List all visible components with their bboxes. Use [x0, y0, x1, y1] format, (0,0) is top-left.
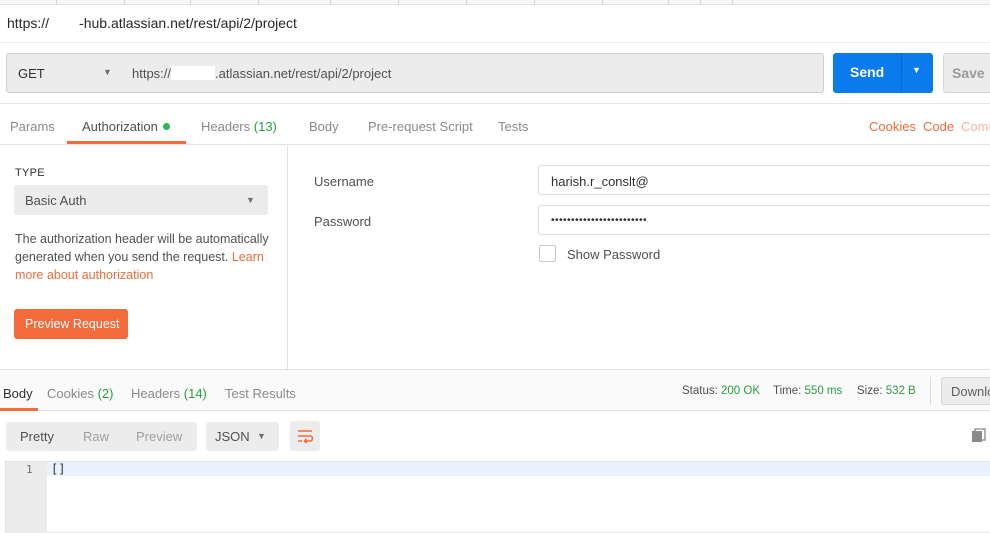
tab-label: Body: [309, 119, 339, 134]
send-button[interactable]: Send ▼: [833, 53, 933, 93]
chevron-down-icon: ▼: [103, 67, 112, 77]
type-label: TYPE: [15, 167, 45, 179]
wrap-lines-icon: [298, 430, 314, 444]
format-select[interactable]: JSON ▼: [206, 422, 279, 451]
response-tab-body[interactable]: Body: [3, 386, 33, 401]
password-value: ••••••••••••••••••••••••: [551, 215, 648, 226]
status-value: 200 OK: [721, 385, 761, 397]
response-tab-headers[interactable]: Headers (14): [131, 386, 207, 401]
title-prefix: https://: [7, 15, 50, 31]
username-label: Username: [314, 174, 374, 189]
tab-params[interactable]: Params: [10, 119, 55, 134]
response-tab-test-results[interactable]: Test Results: [225, 386, 296, 401]
format-value: JSON: [215, 429, 250, 444]
method-select[interactable]: GET ▼: [6, 53, 122, 93]
url-suffix: .atlassian.net/rest/api/2/project: [215, 66, 392, 81]
comments-link[interactable]: Comm: [961, 119, 990, 134]
response-tab-cookies[interactable]: Cookies (2): [47, 386, 113, 401]
active-tab-indicator: [0, 408, 38, 411]
url-bar: GET ▼ https:// .atlassian.net/rest/api/2/…: [0, 44, 990, 104]
url-value: https:// .atlassian.net/rest/api/2/projec…: [132, 66, 391, 81]
pretty-button[interactable]: Pretty: [20, 429, 54, 444]
download-label: Downlo: [951, 384, 990, 399]
tab-label: Cookies: [47, 386, 94, 401]
response-tabs-bar: Body Cookies (2) Headers (14) Test Resul…: [0, 369, 990, 411]
password-label: Password: [314, 214, 372, 229]
tab-body[interactable]: Body: [309, 119, 339, 134]
size-value: 532 B: [885, 385, 916, 397]
auth-credentials-panel: Username harish.r_conslt@ Password •••••…: [289, 146, 990, 369]
preview-request-button[interactable]: Preview Request: [14, 309, 128, 339]
tab-label: Authorization: [82, 119, 158, 134]
tab-tests[interactable]: Tests: [498, 119, 528, 134]
help-text: The authorization header will be automat…: [15, 232, 269, 264]
line-gutter: 1: [6, 462, 47, 533]
tab-prerequest-script[interactable]: Pre-request Script: [368, 119, 473, 134]
tab-label: Params: [10, 119, 55, 134]
wrap-lines-button[interactable]: [290, 421, 320, 451]
request-title: https:// -hub.atlassian.net/rest/api/2/pr…: [7, 15, 297, 31]
preview-button[interactable]: Preview: [136, 429, 182, 444]
time-value: 550 ms: [804, 385, 843, 397]
time-label: Time:: [773, 385, 802, 397]
password-field[interactable]: ••••••••••••••••••••••••: [538, 205, 990, 235]
tab-count: (13): [253, 119, 277, 134]
save-label: Save: [952, 65, 985, 81]
username-field[interactable]: harish.r_conslt@: [538, 165, 990, 195]
size-label: Size:: [857, 385, 883, 397]
show-password-label[interactable]: Show Password: [567, 247, 660, 262]
send-divider: [901, 53, 902, 93]
code-link[interactable]: Code: [923, 119, 954, 134]
response-body-editor[interactable]: 1 []: [5, 461, 990, 533]
size-indicator: Size: 532 B: [857, 385, 916, 397]
tab-label: Headers: [131, 386, 181, 401]
download-button[interactable]: Downlo: [941, 377, 990, 405]
status-indicator: Status: 200 OK: [682, 385, 760, 397]
active-tab-indicator: [67, 141, 186, 144]
save-button[interactable]: Save: [943, 53, 990, 93]
auth-type-panel: TYPE Basic Auth ▼ The authorization head…: [0, 146, 288, 369]
tab-label: Headers: [201, 119, 251, 134]
cookies-link[interactable]: Cookies: [869, 119, 916, 134]
method-value: GET: [18, 66, 45, 81]
preview-label: Preview Request: [25, 317, 120, 331]
auth-help-text: The authorization header will be automat…: [15, 230, 277, 284]
raw-button[interactable]: Raw: [83, 429, 109, 444]
chevron-down-icon: ▼: [257, 431, 266, 441]
copy-icon-svg: [972, 428, 986, 442]
show-password-checkbox[interactable]: [539, 245, 556, 262]
tab-count: (14): [183, 386, 207, 401]
title-suffix: -hub.atlassian.net/rest/api/2/project: [79, 15, 297, 31]
time-indicator: Time: 550 ms: [773, 385, 842, 397]
request-tabs: Params Authorization Headers (13) Body P…: [0, 104, 990, 145]
tab-label: Tests: [498, 119, 529, 134]
response-content: []: [51, 462, 66, 476]
view-mode-group: Pretty Raw Preview: [6, 422, 197, 451]
url-input[interactable]: https:// .atlassian.net/rest/api/2/projec…: [121, 53, 824, 93]
line-number: 1: [26, 463, 33, 476]
active-line-highlight: [47, 462, 990, 476]
tab-headers[interactable]: Headers (13): [201, 119, 277, 134]
tab-authorization[interactable]: Authorization: [82, 119, 170, 134]
auth-type-select[interactable]: Basic Auth ▼: [14, 185, 268, 215]
redacted-area: [171, 66, 216, 80]
chevron-down-icon[interactable]: ▼: [912, 65, 921, 75]
status-label: Status:: [682, 385, 718, 397]
tab-count: (2): [97, 386, 114, 401]
chevron-down-icon: ▼: [246, 195, 255, 205]
url-prefix: https://: [132, 66, 172, 81]
tab-label: Pre-request Script: [368, 119, 473, 134]
request-title-bar: https:// -hub.atlassian.net/rest/api/2/pr…: [0, 5, 990, 43]
divider: [930, 377, 931, 405]
send-label: Send: [850, 64, 885, 80]
username-value: harish.r_conslt@: [551, 174, 649, 189]
auth-type-value: Basic Auth: [25, 193, 87, 208]
active-dot-icon: [162, 123, 170, 130]
copy-icon[interactable]: [971, 428, 987, 444]
